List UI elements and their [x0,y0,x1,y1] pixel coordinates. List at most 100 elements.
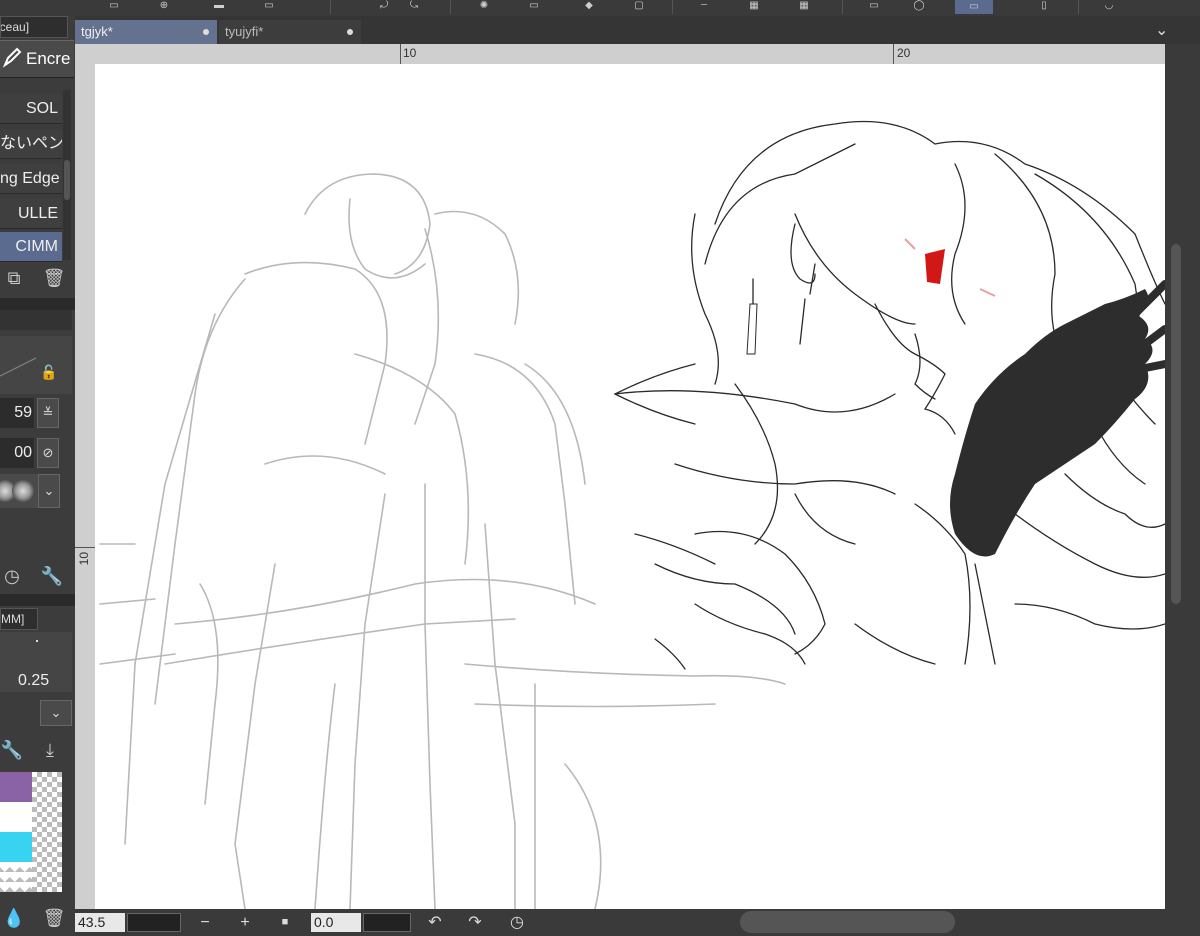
navigator-bar: 43.5 − + ■ 0.0 ↶ ↷ ◷ [75,909,1200,936]
undo-icon[interactable]: ⤾ [370,0,398,12]
toolbar-divider [450,0,451,14]
brush-item[interactable]: ないペン [0,129,62,159]
brush-label: ないペン [0,135,62,152]
zoom-slider[interactable] [127,913,181,932]
brush-label: ULLE [17,205,58,222]
add-icon[interactable]: ⊕ [150,0,178,12]
frame-icon[interactable]: ▭ [860,0,888,12]
rotate-left-icon[interactable]: ↶ [425,913,445,932]
ruler-tick [400,44,401,64]
brush-size-value[interactable]: 59 [0,398,34,428]
reset-rotation-icon[interactable]: ◷ [507,913,527,932]
pressure-curve[interactable]: 🔓 [0,336,72,394]
tab-tgjyk[interactable]: tgjyk* [75,20,217,44]
brush-item[interactable]: ng Edge [0,164,62,194]
chevron-down-icon[interactable]: ⌄ [40,700,72,726]
tick-mark [36,640,38,642]
zoom-field[interactable]: 43.5 [75,913,125,932]
zoom-in-button[interactable]: + [235,913,255,932]
fit-button[interactable]: ■ [275,913,295,932]
brush-item-selected[interactable]: CIMM [0,232,62,262]
chat-icon[interactable]: ◡ [1095,0,1123,12]
layer-thumbnail[interactable] [32,832,62,862]
download-icon[interactable]: ⤓ [38,738,62,762]
ruler-label: 10 [403,46,417,60]
panel-divider [0,594,75,606]
ruler-tick [75,547,95,548]
brush-list-scrollbar[interactable] [63,90,71,260]
active-view-icon[interactable]: ▭ [955,0,993,14]
rotation-icon[interactable]: ◷ [0,564,24,588]
brush-item[interactable]: SOL [0,94,62,124]
brush-tip-icon [12,480,34,502]
panel-divider [0,298,75,310]
folder-icon[interactable]: ▬ [205,0,233,12]
tab-tyujyfi[interactable]: tyujyfi* [219,20,361,44]
trash-icon[interactable]: 🗑 [42,906,66,930]
sub-tool-tab[interactable]: nceau] [0,16,68,38]
opacity-toggle-icon[interactable]: ⊘ [37,438,59,468]
window-icon[interactable]: ▭ [255,0,283,12]
rotation-field[interactable]: 0.0 [311,913,361,932]
vertical-scroll-area[interactable] [1165,44,1200,909]
guide-icon[interactable]: ▦ [790,0,818,12]
toolbar-divider [1078,0,1079,14]
rotation-slider[interactable] [363,913,411,932]
circle-icon[interactable]: ◯ [905,0,933,12]
ruler-label: 10 [77,552,91,566]
ruler-icon[interactable]: ┄ [690,0,718,12]
lock-icon[interactable]: 🔓 [40,364,57,381]
tick-value: 0.25 [18,672,50,689]
brush-item[interactable]: ULLE [0,199,62,229]
grid-icon[interactable]: ▦ [740,0,768,12]
device-icon[interactable]: ▯ [1030,0,1058,12]
sparkle-icon[interactable]: ✺ [470,0,498,12]
top-toolbar: ▭ ⊕ ▬ ▭ ⤾ ⤿ ✺ ▭ ◆ ▢ ┄ ▦ ▦ ▭ ◯ ▭ ▯ ◡ [0,0,1200,16]
drawing-canvas[interactable] [95,64,1165,909]
fill-drop-icon[interactable]: 💧 [2,906,26,930]
duplicate-icon[interactable]: ⧉ [2,266,26,290]
layer-thumbnail[interactable] [32,802,62,832]
tick-panel: 0.25 [0,632,72,692]
layer-thumbnail[interactable] [32,772,62,802]
panel-header [0,310,72,330]
trash-icon[interactable]: 🗑 [42,266,66,290]
panel-tab[interactable]: MM] [0,608,38,630]
select-icon[interactable]: ▭ [520,0,548,12]
layer-thumbnail[interactable] [32,862,62,892]
fill-icon[interactable]: ◆ [575,0,603,12]
layer-thumbnail[interactable] [0,802,32,832]
vertical-scroll-thumb[interactable] [1171,244,1181,604]
pressure-toggle-icon[interactable]: ≚ [37,398,59,428]
scroll-thumb[interactable] [64,160,70,200]
unsaved-dot-icon [347,29,353,35]
brush-label: ng Edge [0,170,60,187]
brush-label: CIMM [15,238,58,255]
ruler-tick [893,44,894,64]
rotate-right-icon[interactable]: ↷ [465,913,485,932]
layer-thumbnail[interactable] [0,862,32,892]
wrench-icon[interactable]: 🔧 [40,564,64,588]
tool-property-panel: nceau] Encre SOL ないペン ng Edge ULLE CIMM … [0,16,75,936]
opacity-value[interactable]: 00 [0,438,34,468]
unsaved-dot-icon [203,29,209,35]
transform-icon[interactable]: ▢ [625,0,653,12]
zoom-out-button[interactable]: − [195,913,215,932]
layer-color-swatch[interactable] [0,832,32,862]
current-tool[interactable]: Encre [0,40,74,78]
redo-icon[interactable]: ⤿ [400,0,428,12]
chevron-down-icon[interactable]: ⌄ [1155,20,1168,40]
toolbar-divider [672,0,673,14]
sketch-artwork [99,120,1165,909]
pen-icon [2,46,22,73]
new-layer-icon[interactable]: ▭ [100,0,128,12]
layer-color-swatch[interactable] [0,772,32,802]
horizontal-scroll-thumb[interactable] [740,911,955,933]
tab-label: tgjyk* [81,24,113,39]
tab-label: tyujyfi* [225,24,264,39]
tool-name: Encre [26,49,71,68]
ruler-horizontal: 10 20 [75,44,1200,64]
wrench-icon[interactable]: 🔧 [0,738,24,762]
chevron-down-icon[interactable]: ⌄ [38,474,60,508]
brush-label: SOL [25,100,58,117]
